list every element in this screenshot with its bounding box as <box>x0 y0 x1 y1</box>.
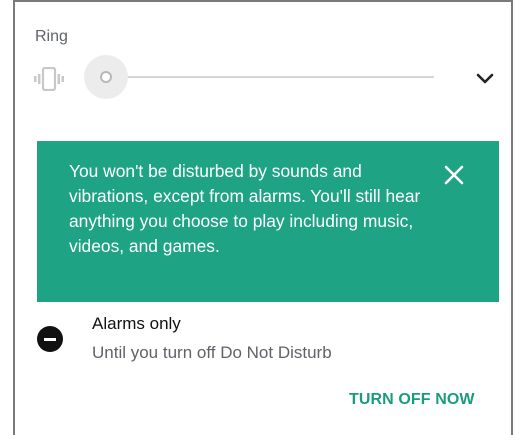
do-not-disturb-icon <box>37 326 63 352</box>
ring-volume-slider[interactable] <box>84 52 436 102</box>
close-icon[interactable] <box>443 164 465 186</box>
mode-title: Alarms only <box>92 314 181 333</box>
chevron-down-icon[interactable] <box>476 72 494 86</box>
banner-message: You won't be disturbed by sounds and vib… <box>69 161 421 256</box>
slider-thumb[interactable] <box>100 71 112 83</box>
dnd-info-banner: You won't be disturbed by sounds and vib… <box>37 141 499 302</box>
ring-label: Ring <box>35 28 68 45</box>
vibrate-icon[interactable] <box>34 67 64 91</box>
slider-track <box>110 76 434 78</box>
mode-subtitle: Until you turn off Do Not Disturb <box>92 343 332 362</box>
turn-off-now-button[interactable]: TURN OFF NOW <box>349 391 475 409</box>
